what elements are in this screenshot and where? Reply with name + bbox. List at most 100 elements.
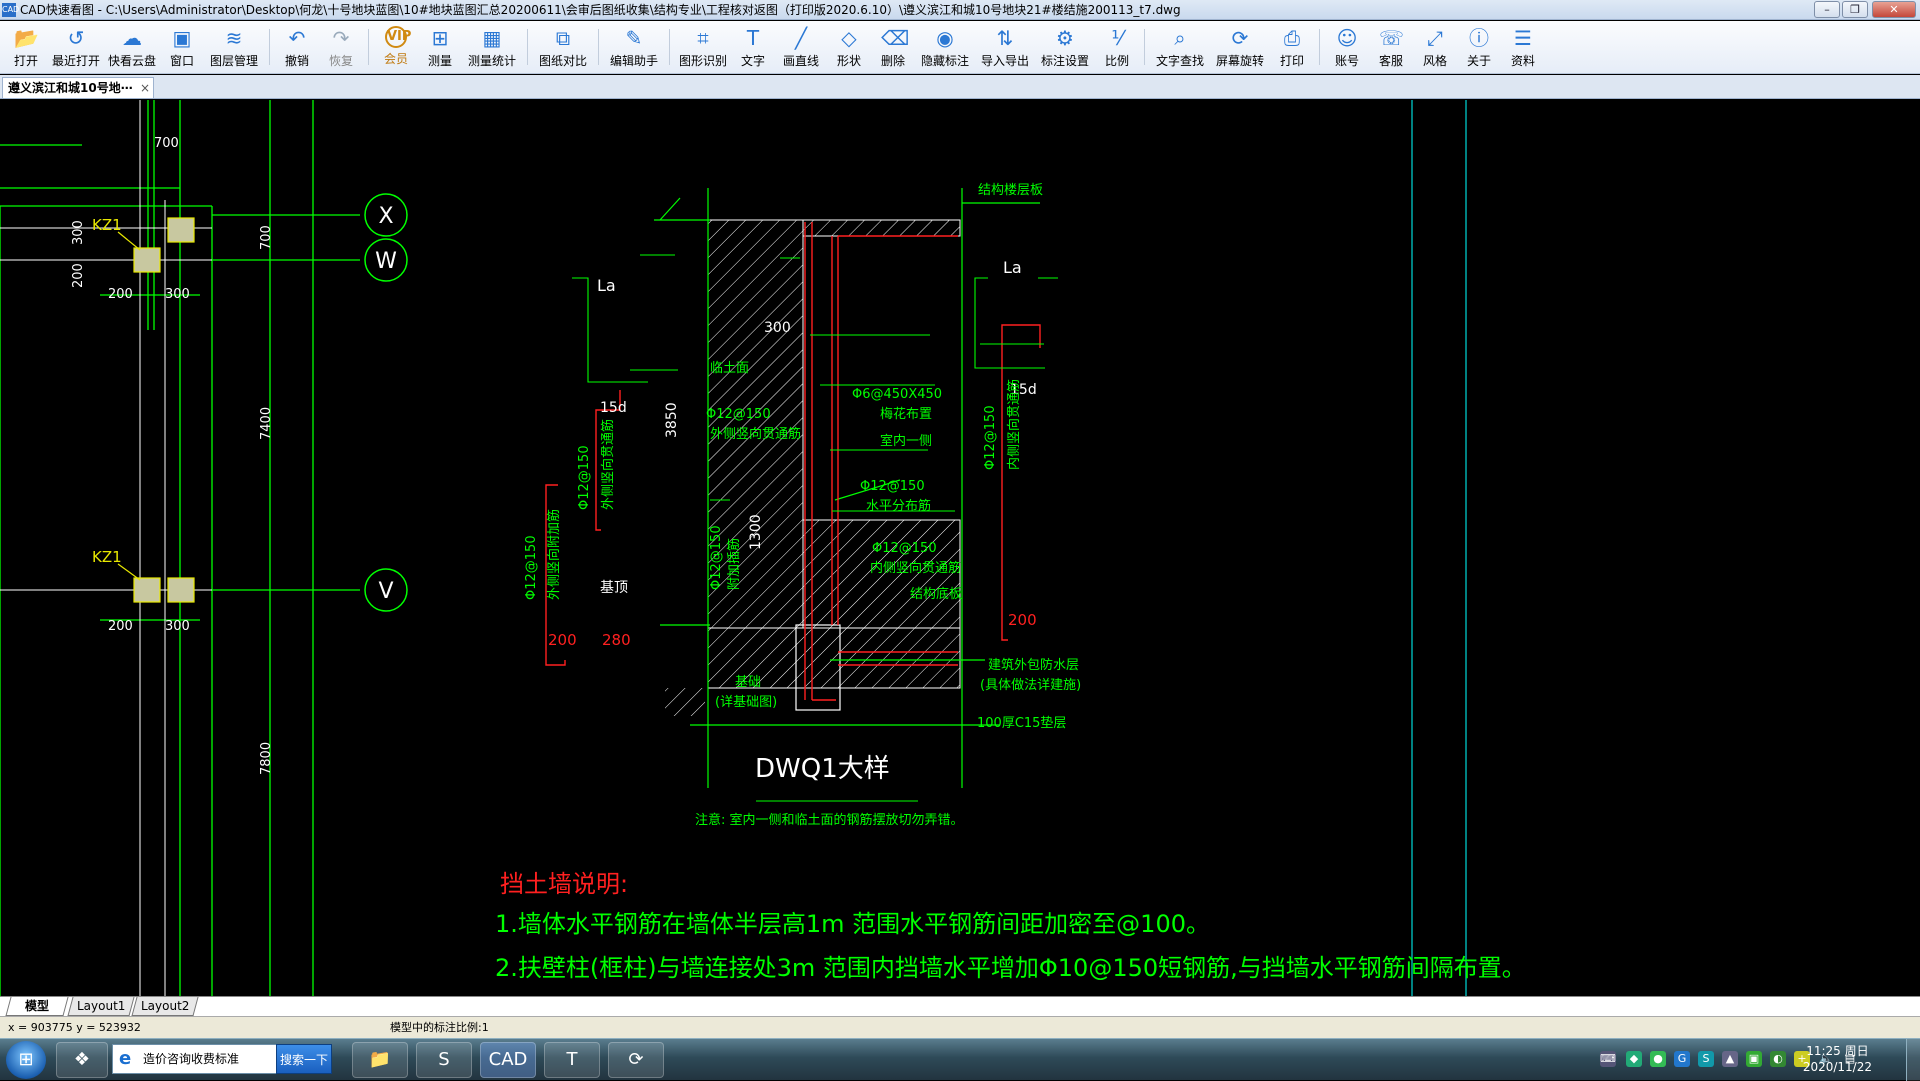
- notes-line-1: 1.墙体水平钢筋在墙体半层高1m 范围水平钢筋间距加密至@100。: [495, 910, 1210, 938]
- tab-model[interactable]: 模型: [5, 997, 69, 1016]
- tray-icon-8[interactable]: ◐: [1770, 1051, 1786, 1067]
- toolbar-layers-button[interactable]: ≋ 图层管理: [204, 23, 264, 71]
- toolbar-support-button[interactable]: ☏ 客服: [1369, 23, 1413, 71]
- toolbar-edit-assistant-button[interactable]: ✎ 编辑助手: [604, 23, 664, 71]
- scale-icon: ⅟: [1111, 26, 1123, 50]
- search-button[interactable]: 搜索一下: [276, 1044, 332, 1074]
- column-markers: [117, 217, 195, 603]
- rebar-h-desc: 水平分布筋: [866, 498, 931, 514]
- minimize-button[interactable]: –: [1814, 1, 1840, 18]
- add-short-label: Φ12@150: [709, 525, 724, 590]
- base-slab-label: 结构底板: [910, 586, 962, 602]
- dim-200-left: 200: [71, 263, 86, 288]
- dim-3850-label: 3850: [664, 402, 680, 438]
- toolbar-style-button[interactable]: ⤢ 风格: [1413, 23, 1457, 71]
- refresh-taskbar-icon[interactable]: ⟳: [608, 1042, 664, 1078]
- sogou-taskbar-icon[interactable]: S: [416, 1042, 472, 1078]
- dim-700-vert: 700: [259, 225, 274, 250]
- notes-line-2: 2.扶壁柱(框柱)与墙连接处3m 范围内挡墙水平增加Φ10@150短钢筋,与挡墙…: [495, 954, 1526, 982]
- tray-icon-6[interactable]: ▲: [1722, 1051, 1738, 1067]
- toolbar-undo-button[interactable]: ↶ 撤销: [275, 23, 319, 71]
- toolbar-measure-button[interactable]: ⊞ 测量: [418, 23, 462, 71]
- toolbar-label: 最近打开: [51, 54, 100, 68]
- toolbar-vip-button[interactable]: VIP 会员: [374, 23, 418, 71]
- toolbar-annotation-settings-button[interactable]: ⚙ 标注设置: [1035, 23, 1095, 71]
- toolbar-label: 形状: [836, 54, 861, 68]
- about-icon: ⓘ: [1469, 26, 1489, 50]
- document-tab[interactable]: 遵义滨江和城10号地⋯ ×: [2, 77, 154, 98]
- toolbar-shape-recognize-button[interactable]: ⌗ 图形识别: [675, 23, 731, 71]
- nvidia-tray-icon[interactable]: ▣: [1746, 1051, 1762, 1067]
- line-icon: ╱: [794, 26, 808, 50]
- style-icon: ⤢: [1427, 26, 1443, 50]
- toolbar-print-button[interactable]: ⎙ 打印: [1270, 23, 1314, 71]
- title-bar: CAD CAD快速看图 - C:\Users\Administrator\Des…: [0, 0, 1920, 20]
- hide-annotation-icon: ◉: [936, 26, 954, 50]
- maximize-button[interactable]: ❐: [1842, 1, 1868, 18]
- toolbar-window-button[interactable]: ▣ 窗口: [160, 23, 204, 71]
- toolbar-label: 打开: [13, 54, 38, 68]
- toolbar-label: 资料: [1510, 54, 1535, 68]
- close-button[interactable]: ✕: [1872, 1, 1916, 18]
- toolbar-label: 窗口: [169, 54, 194, 68]
- toolbar-text-search-button[interactable]: ⌕ 文字查找: [1150, 23, 1210, 71]
- toolbar-account-button[interactable]: ☺ 账号: [1325, 23, 1369, 71]
- tab-layout1[interactable]: Layout1: [67, 997, 135, 1016]
- start-button[interactable]: ⊞: [6, 1041, 46, 1079]
- toolbar-label: 打印: [1279, 54, 1304, 68]
- toolbar-hide-annotation-button[interactable]: ◉ 隐藏标注: [915, 23, 975, 71]
- explorer-taskbar-icon[interactable]: 📁: [352, 1042, 408, 1078]
- keyboard-tray-icon[interactable]: ⌨: [1600, 1051, 1616, 1067]
- annotation-settings-icon: ⚙: [1056, 26, 1074, 50]
- toolbar-folder-open-button[interactable]: 📂 打开: [4, 23, 48, 71]
- toolbar-label: 屏幕旋转: [1215, 54, 1264, 68]
- dim-200-b: 200: [108, 619, 133, 634]
- tray-icon-3[interactable]: ●: [1650, 1051, 1666, 1067]
- toolbar-shape-button[interactable]: ◇ 形状: [827, 23, 871, 71]
- toolbar-redo-button[interactable]: ↷ 恢复: [319, 23, 363, 71]
- tray-icon-5[interactable]: S: [1698, 1051, 1714, 1067]
- toolbar-history-button[interactable]: ↺ 最近打开: [48, 23, 104, 71]
- toolbar-label: 标注设置: [1040, 54, 1089, 68]
- toolbar-label: 测量统计: [467, 54, 516, 68]
- text-tool-taskbar-icon[interactable]: T: [544, 1042, 600, 1078]
- shape-icon: ◇: [841, 26, 857, 50]
- toolbar-about-button[interactable]: ⓘ 关于: [1457, 23, 1501, 71]
- toolbar-text-button[interactable]: T 文字: [731, 23, 775, 71]
- grid-label-x: X: [378, 204, 393, 229]
- toolbar-rotate-screen-button[interactable]: ⟳ 屏幕旋转: [1210, 23, 1270, 71]
- clock[interactable]: 11:25 周日 2020/11/22: [1803, 1043, 1872, 1075]
- tray-icon-4[interactable]: G: [1674, 1051, 1690, 1067]
- text-search-icon: ⌕: [1174, 26, 1186, 50]
- drawing-canvas[interactable]: X W V KZ1 KZ1 700 300 200 200 300 200 30…: [0, 100, 1920, 996]
- history-icon: ↺: [67, 26, 85, 50]
- tab-layout2[interactable]: Layout2: [131, 997, 199, 1016]
- rebar-outer-desc: 外侧竖向贯通筋: [710, 426, 801, 442]
- search-text: 造价咨询收费标准: [143, 1052, 240, 1066]
- toolbar-measure-stats-button[interactable]: ▦ 测量统计: [462, 23, 522, 71]
- toolbar-label: 文字: [740, 54, 765, 68]
- show-desktop-button[interactable]: [1906, 1039, 1920, 1081]
- document-tab-bar: 遵义滨江和城10号地⋯ ×: [0, 75, 1920, 99]
- dim-300-b: 300: [165, 619, 190, 634]
- eraser-icon: ⌫: [881, 26, 910, 50]
- toolbar-eraser-button[interactable]: ⌫ 删除: [871, 23, 915, 71]
- dim-300-left: 300: [71, 220, 86, 245]
- toolbar-line-button[interactable]: ╱ 画直线: [775, 23, 827, 71]
- toolbar-label: 隐藏标注: [920, 54, 969, 68]
- toolbar-scale-button[interactable]: ⅟ 比例: [1095, 23, 1139, 71]
- tab-close-icon[interactable]: ×: [140, 78, 150, 98]
- shield-tray-icon[interactable]: ◆: [1626, 1051, 1642, 1067]
- toolbar-label: 撤销: [284, 54, 309, 68]
- window-icon: ▣: [172, 26, 192, 50]
- taskbar-app-icon[interactable]: ❖: [56, 1042, 108, 1078]
- detail-note: 注意: 室内一侧和临土面的钢筋摆放切勿弄错。: [695, 812, 964, 828]
- dim-7800: 7800: [259, 742, 274, 775]
- cad-taskbar-icon[interactable]: CAD: [480, 1042, 536, 1078]
- toolbar-import-export-button[interactable]: ⇅ 导入导出: [975, 23, 1035, 71]
- toolbar-cloud-button[interactable]: ☁ 快看云盘: [104, 23, 160, 71]
- toolbar-compare-button[interactable]: ⧉ 图纸对比: [533, 23, 593, 71]
- toolbar-separator: [368, 29, 369, 65]
- toolbar-docs-button[interactable]: ☰ 资料: [1501, 23, 1545, 71]
- cursor-coordinates: x = 903775 y = 523932: [8, 1021, 141, 1034]
